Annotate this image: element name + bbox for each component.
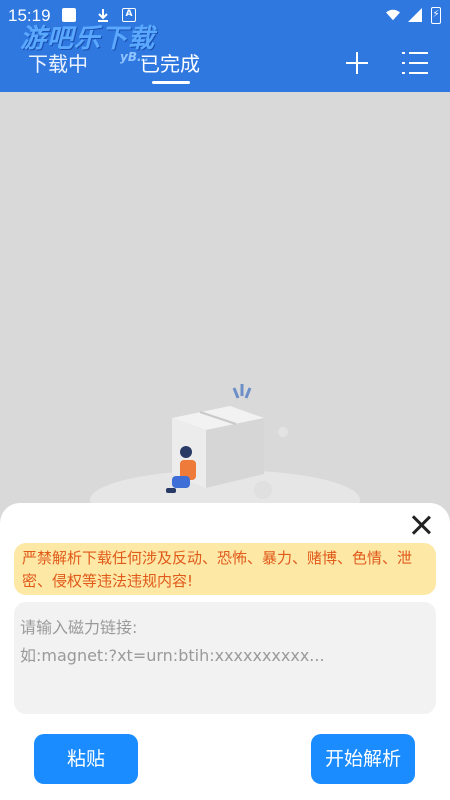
list-icon[interactable] [402,51,428,75]
battery-icon: ⚡ [431,7,441,24]
magnet-placeholder-line1: 请输入磁力链接: [20,618,138,637]
signal-icon [408,8,422,22]
paste-button[interactable]: 粘贴 [34,734,138,784]
tab-downloading[interactable]: 下载中 [28,48,88,77]
close-icon[interactable] [409,513,433,537]
tab-completed[interactable]: 已完成 [140,48,200,77]
app-bar: 15:19 A ⚡ 游吧乐下载 yB… 下载中 已完成 [0,0,450,92]
magnet-input[interactable]: 请输入磁力链接: 如:magnet:?xt=urn:btih:xxxxxxxxx… [14,602,436,714]
wifi-icon [386,9,400,21]
magnet-placeholder-line2: 如:magnet:?xt=urn:btih:xxxxxxxxxx... [20,646,325,665]
plus-icon[interactable] [344,50,370,76]
tab-active-indicator [152,81,190,84]
warning-banner: 严禁解析下载任何涉及反动、恐怖、暴力、赌博、色情、泄密、侵权等违法违规内容! [14,543,436,595]
empty-box-illustration [90,384,360,520]
start-parse-button[interactable]: 开始解析 [311,734,415,784]
